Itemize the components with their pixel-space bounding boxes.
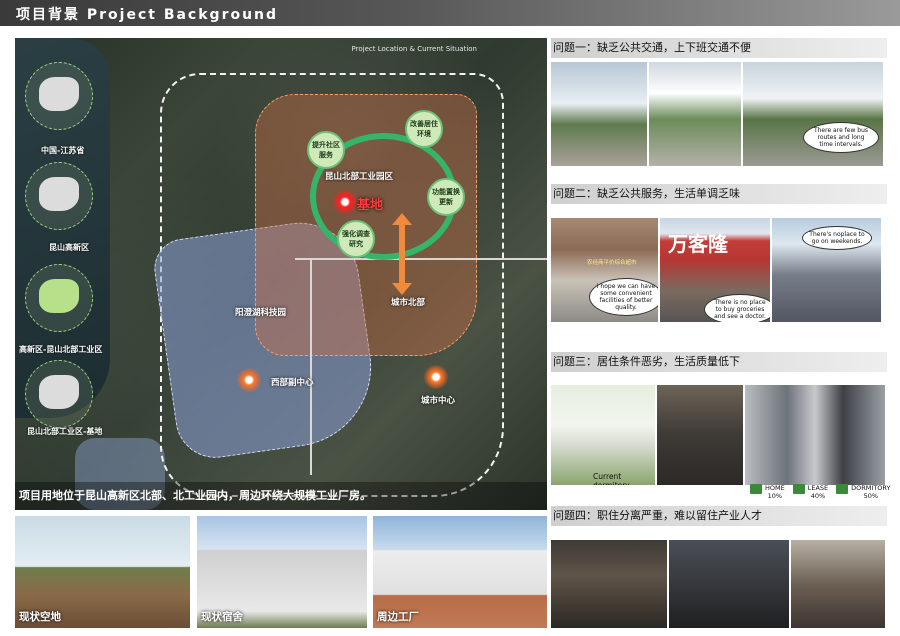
- road-line-vertical: [310, 260, 312, 475]
- problem-title: 问题三：居住条件恶劣，生活质量低下: [551, 352, 887, 372]
- dormitory-icon: [836, 484, 849, 494]
- problem-title: 问题二：缺乏公共服务，生活单调乏味: [551, 184, 887, 204]
- legend-value: 50%: [863, 492, 879, 500]
- speech-bubble: I hope we can have some convenient facil…: [589, 278, 658, 316]
- lease-icon: [792, 484, 805, 494]
- problem-photos: 农经商平价综合超市 I hope we can have some conven…: [551, 218, 881, 322]
- housing-legend: HOME 10% LEASE 40% DORMITORY 50%: [750, 484, 890, 500]
- problem-title: 问题四：职住分离严重，难以留住产业人才: [551, 506, 887, 526]
- photo-road: [649, 62, 741, 166]
- header-bar: 项目背景 Project Background: [0, 0, 900, 26]
- strategy-bubble: 功能置换更新: [427, 178, 465, 216]
- photo-label: 周边工厂: [377, 611, 419, 623]
- inset-map: [25, 62, 93, 130]
- strategy-bubble: 强化调查研究: [337, 220, 375, 258]
- photo-street: [551, 62, 647, 166]
- home-icon: [750, 484, 762, 494]
- tech-park-label: 阳澄湖科技园: [235, 308, 287, 318]
- photo-vacant-land: 现状空地: [15, 516, 190, 628]
- inset-label: 高新区-昆山北部工业区: [19, 345, 103, 354]
- problem-photos: Current dormitory: [551, 385, 885, 485]
- dormitory-model: Current dormitory: [551, 385, 655, 485]
- inset-label: 昆山高新区: [49, 243, 89, 252]
- north-zone-label: 昆山北部工业园区: [325, 172, 394, 182]
- site-marker-icon: [333, 190, 357, 214]
- legend-value: 40%: [810, 492, 826, 500]
- photo-shop: 农经商平价综合超市 I hope we can have some conven…: [551, 218, 658, 322]
- west-center-label: 西部副中心: [271, 378, 314, 388]
- photo-roadside: There are few bus routes and long time i…: [743, 62, 883, 166]
- photo-workers: [669, 540, 789, 628]
- region-shape: [39, 375, 79, 409]
- legend-label: HOME: [765, 484, 785, 492]
- speech-bubble: There's noplace to go on weekends.: [802, 226, 872, 250]
- map-description: 项目用地位于昆山高新区北部、北工业园内，周边环绕大规模工业厂房。: [15, 482, 547, 510]
- arrow-icon: [392, 213, 412, 295]
- photo-workshop: [551, 540, 667, 628]
- legend-label: LEASE: [807, 484, 829, 492]
- problem-title: 问题一：缺乏公共交通，上下班交通不便: [551, 38, 887, 58]
- photo-interior: [657, 385, 743, 485]
- site-label: 基地: [357, 198, 384, 213]
- legend-item: LEASE 40%: [792, 484, 829, 500]
- problem-photos: There are few bus routes and long time i…: [551, 62, 883, 166]
- legend-label: DORMITORY: [851, 484, 891, 492]
- west-center-marker-icon: [237, 368, 261, 392]
- photo-label: 现状宿舍: [201, 611, 243, 623]
- speech-bubble: There is no place to buy groceries and s…: [704, 294, 770, 322]
- inset-label: 昆山北部工业区-基地: [27, 427, 103, 436]
- speech-bubble: There are few bus routes and long time i…: [803, 122, 879, 153]
- photo-factory: 周边工厂: [373, 516, 547, 628]
- inset-label: 中国-江苏省: [41, 146, 85, 155]
- shop-sign: 农经商平价综合超市: [587, 260, 637, 266]
- region-shape: [39, 177, 79, 211]
- map-caption: Project Location & Current Situation: [351, 45, 477, 53]
- strategy-bubble: 改善居住环境: [405, 110, 443, 148]
- photo-street-scene: There's noplace to go on weekends.: [772, 218, 881, 322]
- legend-item: HOME 10%: [750, 484, 785, 500]
- inset-map: [25, 360, 93, 428]
- photo-rooms: [745, 385, 885, 485]
- inset-map: [25, 264, 93, 332]
- photo-label: 现状空地: [19, 611, 61, 623]
- inset-map: [25, 162, 93, 230]
- city-center-label: 城市中心: [421, 396, 456, 406]
- photo-factory-floor: [791, 540, 885, 628]
- page-title: 项目背景 Project Background: [16, 7, 279, 23]
- legend-value: 10%: [767, 492, 783, 500]
- legend-item: DORMITORY 50%: [836, 484, 890, 500]
- city-center-marker-icon: [424, 365, 448, 389]
- problem-photos: [551, 540, 885, 628]
- photo-supermarket: 万客隆 There is no place to buy groceries a…: [660, 218, 770, 322]
- region-shape: [39, 279, 79, 313]
- photo-dormitory: 现状宿舍: [197, 516, 367, 628]
- location-map: Project Location & Current Situation 提升社…: [15, 38, 547, 510]
- store-sign: 万客隆: [668, 232, 728, 256]
- north-city-label: 城市北部: [391, 298, 426, 308]
- dormitory-caption: Current dormitory: [593, 472, 630, 485]
- road-line: [295, 258, 547, 260]
- strategy-bubble: 提升社区服务: [307, 131, 345, 169]
- region-shape: [39, 77, 79, 111]
